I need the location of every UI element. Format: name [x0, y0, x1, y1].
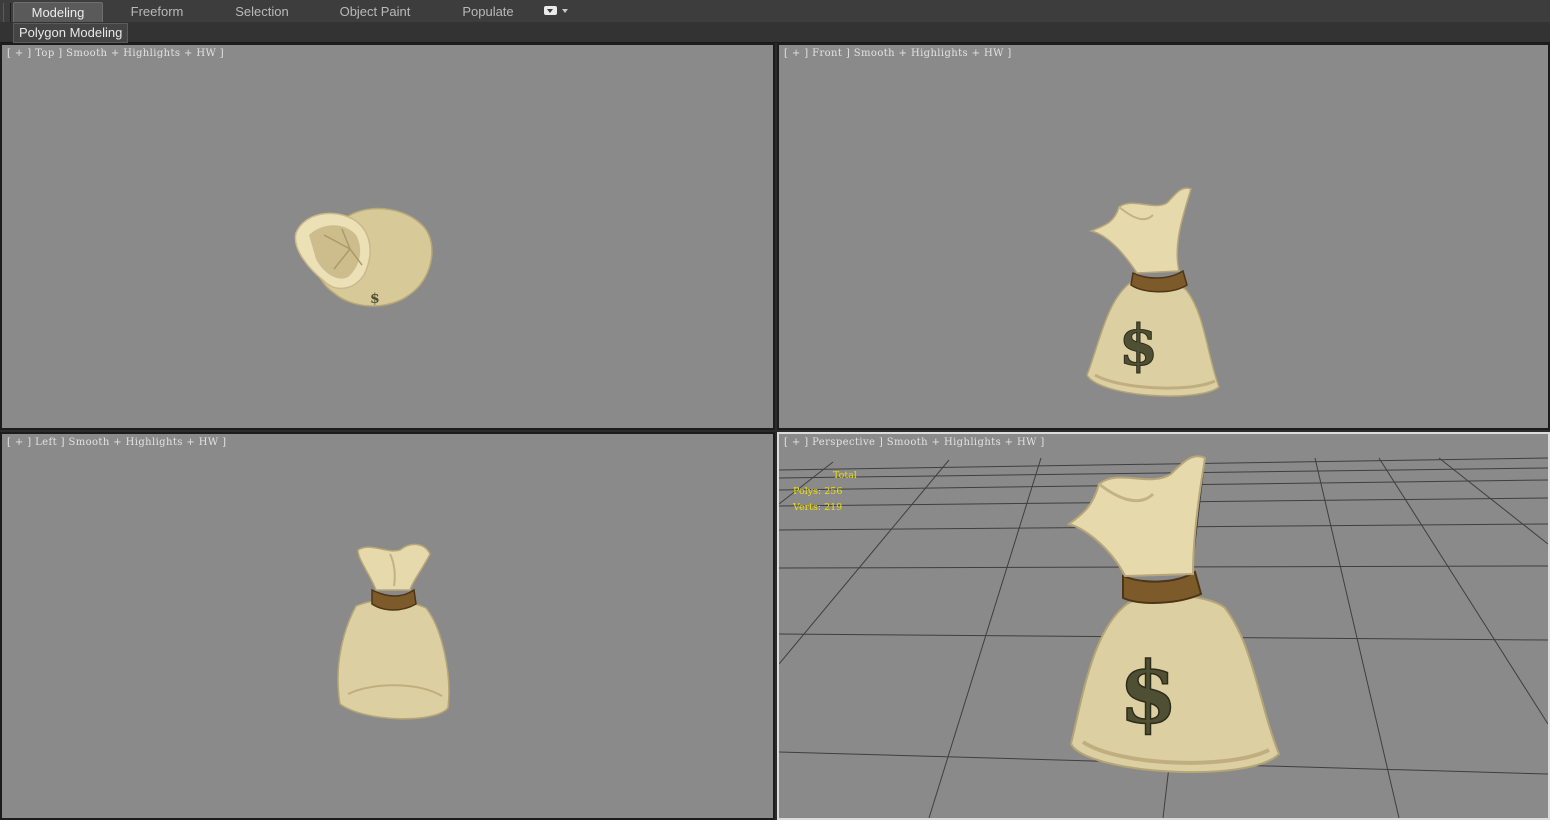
polygon-stats-overlay: Total Polys: 256 Verts: 219: [793, 468, 857, 516]
dropdown-box-icon: [544, 6, 557, 15]
chevron-down-icon: [562, 9, 568, 13]
money-bag-top-view: $: [294, 207, 433, 307]
tab-populate[interactable]: Populate: [448, 2, 528, 21]
stats-header: Total: [833, 470, 857, 481]
svg-text:$: $: [1119, 643, 1177, 742]
polygon-modeling-panel-button[interactable]: Polygon Modeling: [13, 23, 129, 43]
svg-text:$: $: [1119, 313, 1158, 379]
money-bag-icon: $: [1066, 455, 1281, 774]
ribbon-panel-row: [0, 22, 1550, 43]
svg-text:$: $: [370, 291, 380, 307]
tab-selection[interactable]: Selection: [220, 2, 304, 21]
stats-verts: Verts: 219: [793, 502, 843, 513]
viewport-top[interactable]: [ + ] Top ] Smooth + Highlights + HW ] $: [0, 43, 775, 430]
tab-modeling[interactable]: Modeling: [13, 2, 103, 22]
stats-polys: Polys: 256: [793, 486, 843, 497]
money-bag-left-view: [337, 543, 450, 720]
ribbon-tab-bar: Modeling Freeform Selection Object Paint…: [0, 0, 1550, 39]
money-bag-icon: $: [294, 207, 433, 307]
viewport-perspective[interactable]: [ + ] Perspective ] Smooth + Highlights …: [777, 432, 1550, 820]
viewport-front[interactable]: [ + ] Front ] Smooth + Highlights + HW ]…: [777, 43, 1550, 430]
tab-object-paint[interactable]: Object Paint: [326, 2, 424, 21]
viewport-left[interactable]: [ + ] Left ] Smooth + Highlights + HW ]: [0, 432, 775, 820]
tab-freeform[interactable]: Freeform: [116, 2, 198, 21]
money-bag-front-view: $: [1086, 187, 1220, 397]
perspective-grid: $: [779, 455, 1548, 818]
ribbon-options-dropdown[interactable]: [544, 6, 570, 18]
